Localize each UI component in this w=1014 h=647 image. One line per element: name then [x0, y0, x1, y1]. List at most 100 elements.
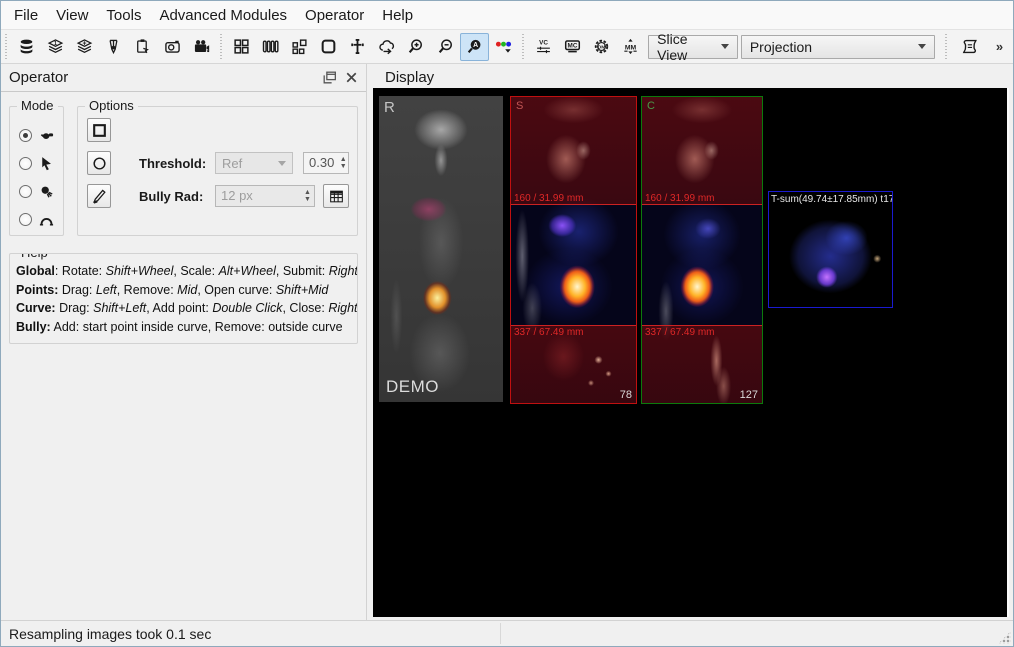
single-view-button[interactable] — [314, 33, 343, 61]
help-line-bully: Bully: Add: start point inside curve, Re… — [16, 319, 343, 334]
threshold-combo: Ref — [215, 152, 293, 174]
projection-combo[interactable]: Projection — [740, 34, 936, 59]
main-area: Operator Mode Options Threshold: Ref 0.3… — [1, 64, 1013, 620]
vc-button[interactable]: VC — [529, 33, 558, 61]
menu-advanced-modules[interactable]: Advanced Modules — [150, 4, 296, 27]
rgb-channels-icon — [495, 38, 512, 55]
mode-option-pointer[interactable] — [19, 149, 63, 177]
toolbar-overflow-button[interactable]: » — [988, 37, 1011, 56]
bully-rad-spin-value: 12 px — [221, 188, 253, 203]
svg-text:MM: MM — [625, 44, 637, 51]
layers-single-icon: 1 — [47, 38, 64, 55]
viewport-coronal[interactable]: C 160 / 31.99 mm 337 / 67.49 mm 127 — [641, 96, 763, 404]
menu-view[interactable]: View — [47, 4, 97, 27]
threshold-combo-value: Ref — [222, 155, 243, 171]
mode-option-bully[interactable] — [19, 177, 63, 205]
chevron-down-icon — [918, 44, 927, 49]
close-icon — [343, 69, 360, 86]
help-line-global: Global: Rotate: Shift+Wheel, Scale: Alt+… — [16, 264, 358, 278]
grid-layout-button[interactable] — [227, 33, 256, 61]
viewport-sagittal[interactable]: S 160 / 31.99 mm 337 / 67.49 mm 78 — [510, 96, 637, 404]
mode-draw-radio[interactable] — [19, 128, 32, 142]
threshold-spin-value: 0.30 — [309, 155, 335, 170]
viewport-projection[interactable]: R DEMO — [379, 96, 503, 402]
rectangle-tool-button[interactable] — [87, 118, 111, 142]
zoom-out-button[interactable] — [430, 33, 459, 61]
operator-panel-body: Mode Options Threshold: Ref 0.30 ▲ ▼ Bul… — [1, 92, 366, 620]
circle-tool-button[interactable] — [87, 151, 111, 175]
operator-panel-titlebar: Operator — [1, 64, 366, 92]
mode-group: Mode — [9, 98, 64, 236]
clipboard-capture-button[interactable] — [128, 33, 157, 61]
menu-file[interactable]: File — [5, 4, 47, 27]
mode-bully-radio[interactable] — [19, 184, 32, 198]
layers-add-button[interactable]: + — [70, 33, 99, 61]
cloud-rotate-icon — [378, 38, 395, 55]
orientation-label: R — [384, 99, 395, 116]
script-button[interactable] — [951, 33, 988, 61]
toolbar-drag-handle[interactable] — [943, 33, 948, 60]
toolbar-drag-handle[interactable] — [4, 33, 9, 60]
pen-nib-button[interactable] — [99, 33, 128, 61]
threshold-spinbox[interactable]: 0.30 ▲ ▼ — [303, 152, 349, 174]
pen-nib-icon — [105, 38, 122, 55]
dm-icon: DM — [593, 38, 610, 55]
column-layout-button[interactable] — [256, 33, 285, 61]
display-panel: Display R DEMO S 160 / 31.99 mm 337 / 67… — [372, 64, 1013, 620]
toolbar-drag-handle[interactable] — [218, 33, 224, 60]
zoom-in-icon — [407, 38, 424, 55]
svg-text:+: + — [83, 40, 87, 47]
slice-number: 78 — [619, 389, 632, 401]
help-group-title: Help — [17, 254, 52, 260]
mm-icon: MM — [622, 38, 639, 55]
zoom-in-button[interactable] — [401, 33, 430, 61]
display-canvas[interactable]: R DEMO S 160 / 31.99 mm 337 / 67.49 mm 7… — [373, 88, 1009, 617]
chevron-down-icon — [278, 160, 286, 166]
mode-bully-icon — [38, 183, 55, 200]
mixed-layout-icon — [291, 38, 308, 55]
mode-draw-icon — [38, 127, 55, 144]
zoom-auto-icon: A — [466, 38, 483, 55]
mode-pointer-radio[interactable] — [19, 156, 32, 170]
menu-operator[interactable]: Operator — [296, 4, 373, 27]
float-icon — [321, 69, 338, 86]
layers-single-button[interactable]: 1 — [41, 33, 70, 61]
brush-tool-button[interactable] — [87, 184, 111, 208]
float-panel-button[interactable] — [320, 69, 338, 87]
status-bar: Resampling images took 0.1 sec — [1, 620, 1013, 646]
cloud-rotate-button[interactable] — [372, 33, 401, 61]
svg-text:1: 1 — [54, 41, 57, 47]
dm-button[interactable]: DM — [587, 33, 616, 61]
mc-button[interactable]: MC — [558, 33, 587, 61]
projection-combo-value: Projection — [749, 38, 813, 55]
mixed-layout-button[interactable] — [285, 33, 314, 61]
svg-text:VC: VC — [539, 40, 548, 47]
crop-annotation: 160 / 31.99 mm — [514, 193, 584, 204]
rgb-channels-button[interactable] — [489, 33, 518, 61]
mode-option-draw[interactable] — [19, 121, 63, 149]
video-capture-button[interactable] — [187, 33, 216, 61]
options-group-title: Options — [85, 98, 138, 113]
mode-curve-radio[interactable] — [19, 212, 32, 226]
menu-tools[interactable]: Tools — [97, 4, 150, 27]
dataset-stack-button[interactable] — [12, 33, 41, 61]
zoom-auto-button[interactable]: A — [459, 32, 489, 61]
camera-button[interactable] — [157, 33, 186, 61]
display-panel-title: Display — [385, 69, 435, 86]
slice-view-combo[interactable]: Slice View — [648, 31, 738, 63]
spinner-arrows-icon[interactable]: ▲ ▼ — [338, 153, 348, 173]
table-tool-button[interactable] — [323, 184, 349, 208]
close-panel-button[interactable] — [342, 69, 360, 87]
toolbar-drag-handle[interactable] — [520, 33, 526, 60]
viewport-transverse[interactable]: T-sum(49.74±17.85mm) t178 — [768, 191, 893, 308]
orientation-label: S — [516, 100, 524, 112]
mode-option-curve[interactable] — [19, 205, 63, 233]
mm-button[interactable]: MM — [616, 33, 645, 61]
grid-layout-icon — [233, 38, 250, 55]
menu-help[interactable]: Help — [373, 4, 422, 27]
chevron-down-icon — [720, 44, 729, 49]
cross-pin-button[interactable] — [343, 33, 372, 61]
resize-grip[interactable] — [998, 631, 1011, 644]
mode-pointer-icon — [38, 155, 55, 172]
bully-rad-label: Bully Rad: — [139, 188, 204, 204]
